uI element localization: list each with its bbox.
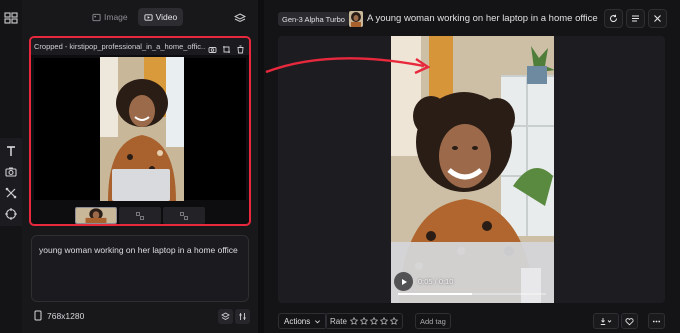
video-progress-bar[interactable] bbox=[398, 293, 546, 295]
close-button[interactable] bbox=[648, 9, 667, 28]
rating-control: Rate bbox=[325, 313, 403, 329]
video-mode-label: Video bbox=[155, 12, 178, 22]
play-button[interactable] bbox=[394, 272, 413, 291]
crop-icon[interactable] bbox=[222, 41, 231, 53]
star-icon[interactable] bbox=[369, 317, 378, 325]
close-icon bbox=[654, 15, 661, 22]
middle-frame-slot[interactable] bbox=[119, 207, 161, 224]
presets-button[interactable] bbox=[218, 309, 233, 324]
star-icon[interactable] bbox=[379, 317, 388, 325]
model-badge: Gen-3 Alpha Turbo bbox=[278, 12, 349, 26]
refresh-icon bbox=[610, 14, 618, 22]
video-viewer: 0:05 / 0:10 bbox=[278, 36, 665, 303]
download-button[interactable] bbox=[593, 313, 619, 329]
media-title: Cropped - kirstipop_professional_in_a_ho… bbox=[34, 42, 206, 51]
output-video[interactable] bbox=[391, 36, 554, 303]
output-panel: Gen-3 Alpha Turbo A young woman working … bbox=[264, 0, 680, 333]
prompt-text: young woman working on her laptop in a h… bbox=[39, 245, 238, 255]
aspect-ratio-label: 768x1280 bbox=[47, 310, 85, 321]
star-icon[interactable] bbox=[349, 317, 358, 325]
camera-tool-icon[interactable] bbox=[4, 165, 18, 179]
layers-icon[interactable] bbox=[233, 11, 247, 23]
more-button[interactable] bbox=[648, 313, 665, 329]
favorite-button[interactable] bbox=[621, 313, 638, 329]
video-timecode: 0:05 / 0:10 bbox=[418, 277, 454, 286]
motion-tool-icon[interactable] bbox=[4, 186, 18, 200]
sidebar-toggle-icon[interactable] bbox=[4, 11, 18, 25]
star-icon[interactable] bbox=[359, 317, 368, 325]
last-frame-slot[interactable] bbox=[163, 207, 205, 224]
tool-rail bbox=[0, 138, 22, 226]
image-mode-button[interactable]: Image bbox=[86, 8, 134, 26]
star-icon[interactable] bbox=[389, 317, 398, 325]
sliders-icon bbox=[239, 313, 246, 320]
more-icon bbox=[652, 320, 661, 322]
prompt-input[interactable]: young woman working on her laptop in a h… bbox=[31, 235, 249, 302]
left-rail bbox=[0, 0, 22, 333]
target-tool-icon[interactable] bbox=[4, 207, 18, 221]
heart-icon bbox=[625, 317, 634, 325]
add-frame-icon bbox=[180, 211, 188, 220]
portrait-icon bbox=[34, 310, 42, 321]
add-tag-label: Add tag bbox=[420, 316, 446, 326]
list-icon bbox=[632, 15, 639, 22]
star-group bbox=[349, 317, 398, 325]
actions-label: Actions bbox=[284, 316, 311, 326]
add-frame-icon bbox=[136, 211, 144, 220]
settings-button[interactable] bbox=[235, 309, 250, 324]
layers-icon bbox=[221, 312, 230, 321]
chevron-down-icon bbox=[315, 319, 321, 323]
aspect-ratio-selector[interactable]: 768x1280 bbox=[34, 310, 84, 321]
trash-icon[interactable] bbox=[236, 41, 245, 54]
camera-icon[interactable] bbox=[208, 41, 217, 53]
download-icon bbox=[600, 317, 612, 325]
video-progress-fill bbox=[398, 293, 472, 295]
media-actions bbox=[208, 41, 245, 54]
play-icon bbox=[401, 278, 407, 285]
input-media-card: Cropped - kirstipop_professional_in_a_ho… bbox=[29, 36, 251, 226]
output-header: Gen-3 Alpha Turbo A young woman working … bbox=[264, 6, 680, 32]
image-icon bbox=[92, 13, 101, 21]
output-footer: Actions Rate Add tag bbox=[264, 310, 680, 332]
generation-panel: Image Video Cropped - kirstipop_professi… bbox=[22, 0, 258, 333]
first-frame-thumbnail[interactable] bbox=[75, 207, 117, 224]
video-mode-button[interactable]: Video bbox=[137, 8, 184, 26]
output-title: A young woman working on her laptop in a… bbox=[367, 13, 598, 24]
video-controls: 0:05 / 0:10 bbox=[394, 269, 546, 295]
add-tag-button[interactable]: Add tag bbox=[415, 313, 451, 329]
details-button[interactable] bbox=[626, 9, 645, 28]
actions-dropdown[interactable]: Actions bbox=[278, 313, 328, 329]
prompt-thumbnail bbox=[349, 11, 363, 27]
input-image bbox=[100, 57, 184, 201]
image-mode-label: Image bbox=[104, 12, 128, 22]
rate-label: Rate bbox=[330, 316, 347, 326]
frame-strip bbox=[75, 207, 205, 224]
mode-toggle: Image Video bbox=[86, 8, 184, 26]
video-icon bbox=[144, 13, 153, 21]
text-tool-icon[interactable] bbox=[4, 144, 18, 158]
regenerate-button[interactable] bbox=[604, 9, 623, 28]
